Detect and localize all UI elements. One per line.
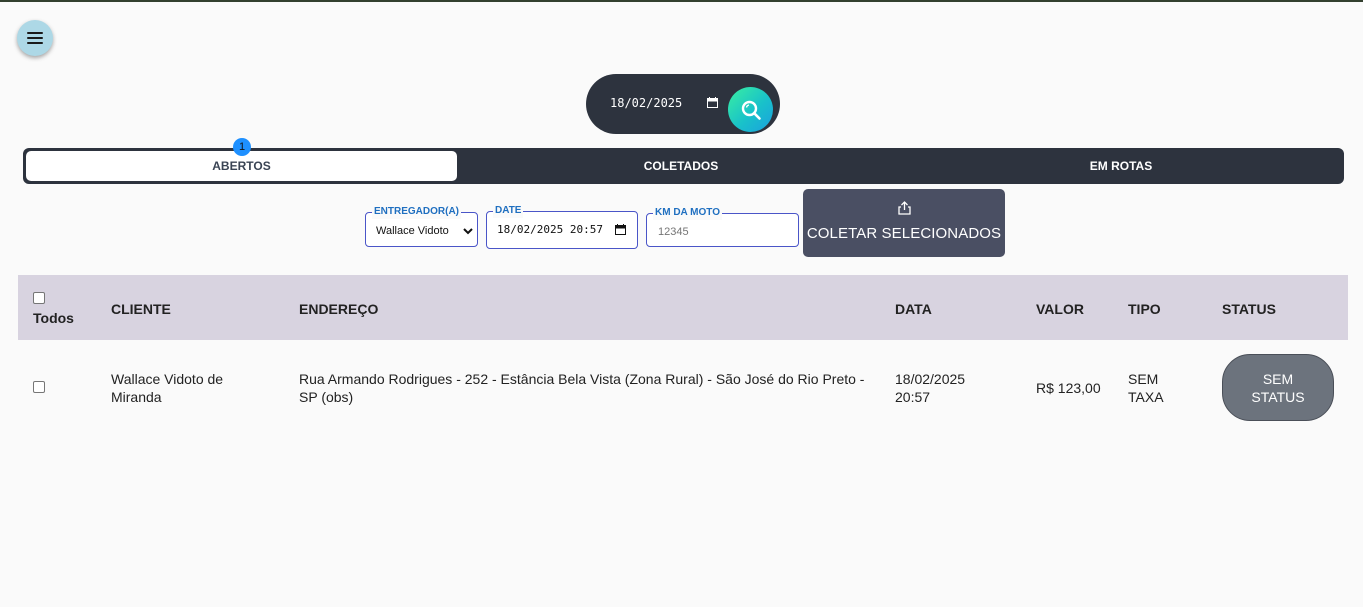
cliente-line-1: Wallace Vidoto de: [111, 371, 224, 387]
collect-selected-button[interactable]: COLETAR SELECIONADOS: [803, 189, 1005, 257]
tipo-line-1: SEM: [1128, 371, 1159, 387]
date-time-value: 18/02/2025 20:57: [497, 223, 603, 236]
km-legend: KM DA MOTO: [653, 206, 722, 220]
tab-em-rotas[interactable]: EM ROTAS: [901, 148, 1341, 184]
cell-endereco: Rua Armando Rodrigues - 252 - Estância B…: [299, 370, 864, 406]
header-endereco: ENDEREÇO: [299, 301, 379, 317]
entregador-select[interactable]: Wallace Vidoto: [372, 222, 476, 240]
entregador-legend: ENTREGADOR(A): [372, 205, 461, 219]
header-status: STATUS: [1222, 301, 1276, 317]
tab-coletados[interactable]: COLETADOS: [461, 148, 901, 184]
header-todos: Todos: [33, 310, 74, 326]
cell-valor: R$ 123,00: [1036, 380, 1101, 396]
header-data: DATA: [895, 301, 932, 317]
calendar-icon[interactable]: [615, 224, 626, 235]
select-all-checkbox[interactable]: [33, 292, 45, 304]
cell-data: 18/02/2025 20:57: [895, 370, 965, 406]
km-field: KM DA MOTO: [646, 206, 799, 247]
status-button[interactable]: SEM STATUS: [1222, 354, 1334, 421]
cliente-line-2: Miranda: [111, 389, 162, 405]
data-line-1: 18/02/2025: [895, 371, 966, 387]
status-line-2: STATUS: [1251, 388, 1305, 405]
hamburger-menu-icon: [27, 32, 43, 44]
table-header: Todos CLIENTE ENDEREÇO DATA VALOR TIPO S…: [18, 275, 1348, 340]
share-icon: [898, 201, 911, 215]
entregador-field: ENTREGADOR(A) Wallace Vidoto: [365, 205, 478, 247]
header-tipo: TIPO: [1128, 301, 1161, 317]
status-tabs: ABERTOS COLETADOS EM ROTAS: [23, 148, 1344, 184]
data-line-2: 20:57: [895, 389, 931, 405]
cell-cliente: Wallace Vidoto de Miranda: [111, 370, 223, 406]
header-cliente: CLIENTE: [111, 301, 171, 317]
date-filter-input[interactable]: 18/02/2025: [610, 96, 682, 110]
open-count-badge: 1: [233, 138, 251, 156]
date-legend: DATE: [493, 204, 524, 218]
search-button[interactable]: [728, 87, 773, 132]
search-icon: [741, 100, 761, 120]
tipo-line-2: TAXA: [1128, 389, 1164, 405]
date-filter-bar: 18/02/2025: [586, 74, 780, 134]
header-valor: VALOR: [1036, 301, 1084, 317]
cell-tipo: SEM TAXA: [1128, 370, 1164, 406]
km-input[interactable]: [656, 223, 795, 241]
collect-selected-label: COLETAR SELECIONADOS: [806, 225, 1002, 242]
calendar-icon[interactable]: [707, 97, 718, 108]
row-checkbox[interactable]: [33, 381, 45, 393]
date-field[interactable]: DATE 18/02/2025 20:57: [486, 204, 638, 249]
endereco-line-2: SP (obs): [299, 389, 354, 405]
top-border: [0, 0, 1363, 2]
endereco-line-1: Rua Armando Rodrigues - 252 - Estância B…: [299, 371, 865, 387]
status-line-1: SEM: [1262, 370, 1294, 387]
menu-button[interactable]: [17, 20, 53, 56]
